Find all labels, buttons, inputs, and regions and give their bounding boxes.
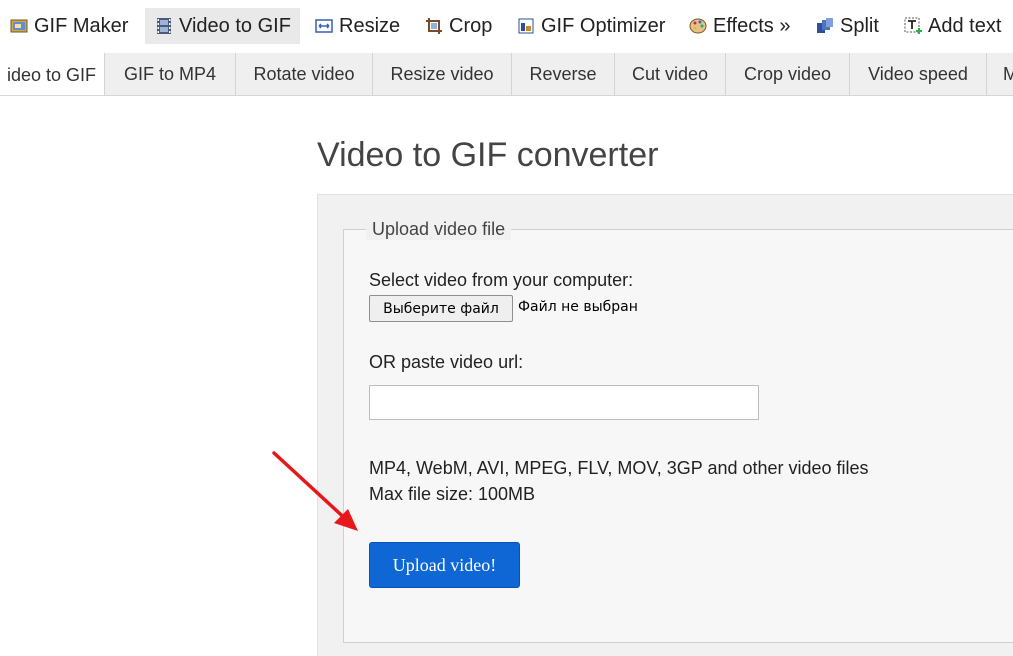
tab-crop-video[interactable]: Crop video	[726, 53, 850, 95]
nav-add-text[interactable]: Add text	[904, 8, 1013, 44]
nav-effects[interactable]: Effects »	[689, 8, 799, 44]
upload-video-button[interactable]: Upload video!	[369, 542, 520, 588]
tab-resize-video[interactable]: Resize video	[373, 53, 512, 95]
tab-video-to-gif[interactable]: ideo to GIF	[0, 53, 105, 95]
optimizer-icon	[517, 17, 535, 35]
tab-rotate-video[interactable]: Rotate video	[236, 53, 373, 95]
sub-tabs: ideo to GIF GIF to MP4 Rotate video Resi…	[0, 53, 1013, 96]
page-title: Video to GIF converter	[317, 136, 659, 174]
paste-url-label: OR paste video url:	[369, 352, 524, 372]
tab-more-cut-off[interactable]: M	[987, 53, 1013, 95]
nav-crop[interactable]: Crop	[425, 8, 505, 44]
nav-gif-maker[interactable]: GIF Maker	[10, 8, 138, 44]
max-file-size-text: Max file size: 100MB	[369, 484, 536, 504]
tab-reverse[interactable]: Reverse	[512, 53, 615, 95]
select-video-label: Select video from your computer:	[369, 270, 634, 290]
nav-gif-optimizer[interactable]: GIF Optimizer	[517, 8, 677, 44]
video-url-input[interactable]	[369, 385, 759, 420]
crop-icon	[425, 17, 443, 35]
choose-file-button[interactable]: Выберите файл	[369, 295, 513, 322]
nav-resize[interactable]: Resize	[315, 8, 410, 44]
film-icon	[155, 17, 173, 35]
fieldset-legend: Upload video file	[366, 218, 512, 240]
nav-video-to-gif[interactable]: Video to GIF	[145, 8, 300, 44]
resize-icon	[315, 17, 333, 35]
add-text-icon	[904, 17, 922, 35]
split-icon	[816, 17, 834, 35]
tab-video-speed[interactable]: Video speed	[850, 53, 987, 95]
gif-maker-icon	[10, 17, 28, 35]
tab-cut-video[interactable]: Cut video	[615, 53, 726, 95]
nav-split[interactable]: Split	[816, 8, 891, 44]
tab-gif-to-mp4[interactable]: GIF to MP4	[105, 53, 236, 95]
palette-icon	[689, 17, 707, 35]
annotation-arrow-icon	[272, 451, 358, 531]
supported-formats-text: MP4, WebM, AVI, MPEG, FLV, MOV, 3GP and …	[369, 458, 869, 478]
file-status-text: Файл не выбран	[518, 299, 638, 315]
top-navigation: GIF Maker Video to GIF Resize Crop GIF O…	[0, 0, 1013, 44]
